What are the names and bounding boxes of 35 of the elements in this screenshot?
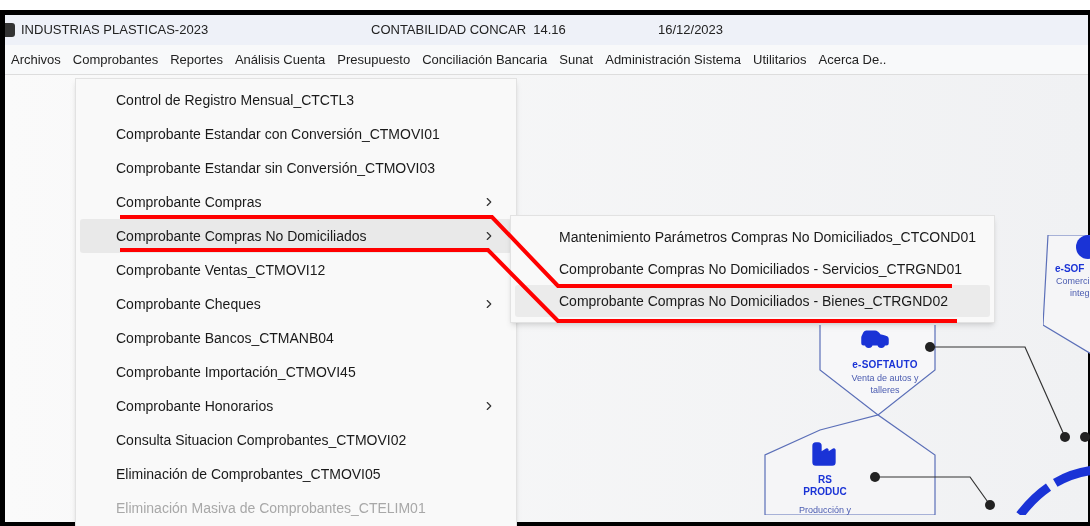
product-caption: Venta de autos y talleres xyxy=(850,372,920,396)
menu-bar-item[interactable]: Administración Sistema xyxy=(599,45,748,74)
menu-item[interactable]: Comprobante Importación_CTMOVI45 xyxy=(80,355,512,389)
app-logo-icon xyxy=(5,23,15,37)
menu-item[interactable]: Comprobante Cheques xyxy=(80,287,512,321)
menu-bar-item[interactable]: Reportes xyxy=(164,45,229,74)
menu-bar-item[interactable]: Análisis Cuenta xyxy=(228,45,332,74)
menu-item[interactable]: Mantenimiento Parámetros Compras No Domiciliados_CTCOND01 xyxy=(515,221,990,253)
product-caption: integ xyxy=(1070,287,1090,300)
window-title: INDUSTRIAS PLASTICAS-2023 xyxy=(21,21,210,40)
menu-bar-item[interactable]: Comprobantes xyxy=(66,45,165,74)
menu-item[interactable]: Eliminación de Comprobantes_CTMOVI05 xyxy=(80,457,512,491)
menu-item[interactable]: Comprobante Honorarios xyxy=(80,389,512,423)
menu-item[interactable]: Comprobante Estandar sin Conversión_CTMOVI03 xyxy=(80,151,512,185)
menu-item[interactable]: Comprobante Bancos_CTMANB04 xyxy=(80,321,512,355)
menu-bar-item[interactable]: Utilitarios xyxy=(747,45,813,74)
product-caption: Comerci xyxy=(1056,275,1090,288)
menu-bar-item[interactable]: Acerca De.. xyxy=(812,45,893,74)
menu-item[interactable]: Comprobante Compras No Domiciliados - Servicios_CTRGND01 xyxy=(515,253,990,285)
menu-item[interactable]: Comprobante Compras xyxy=(80,185,512,219)
product-name: RS xyxy=(817,474,833,486)
menu-bar-item[interactable]: Archivos xyxy=(5,45,67,74)
menu-bar-item[interactable]: Sunat xyxy=(553,45,600,74)
menu-bar-item[interactable]: Presupuesto xyxy=(331,45,417,74)
date-text: 16/12/2023 xyxy=(658,21,724,40)
product-name: e-SOF xyxy=(1055,262,1085,276)
menu-item[interactable]: Control de Registro Mensual_CTCTL3 xyxy=(80,83,512,117)
menu-item[interactable]: Comprobante Ventas_CTMOVI12 xyxy=(80,253,512,287)
product-name: e-SOFTAUTO xyxy=(851,358,919,372)
menu-bar-item[interactable]: Conciliación Bancaria xyxy=(416,45,554,74)
app-name: CONTABILIDAD CONCAR 14.16 xyxy=(371,21,567,40)
menu-item[interactable]: Consulta Situacion Comprobantes_CTMOVI02 xyxy=(80,423,512,457)
product-name: PRODUC xyxy=(802,486,848,498)
menu-item[interactable]: Comprobante Estandar con Conversión_CTMOVI01 xyxy=(80,117,512,151)
product-caption: Producción y xyxy=(798,504,852,517)
